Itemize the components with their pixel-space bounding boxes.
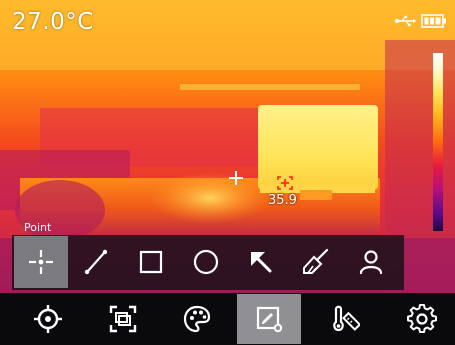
- tool-clear[interactable]: [289, 236, 343, 288]
- nav-temperature-range[interactable]: [312, 294, 376, 344]
- rectangle-icon: [139, 250, 163, 274]
- broom-icon: [303, 248, 329, 274]
- bottom-nav-bar: [0, 293, 455, 345]
- measure-mode-label: Point: [24, 221, 52, 234]
- usb-icon: [394, 15, 416, 27]
- image-frame-icon: [109, 305, 137, 333]
- nav-measure[interactable]: [237, 294, 301, 344]
- line-icon: [84, 249, 108, 275]
- measure-toolbar: [12, 235, 404, 290]
- target-icon: [34, 305, 62, 333]
- tool-point[interactable]: [14, 236, 68, 288]
- hotspot-marker-icon: [277, 176, 293, 190]
- center-crosshair-icon: [229, 171, 243, 185]
- thermometer-ruler-icon: [333, 305, 360, 332]
- crosshair-point-icon: [29, 250, 53, 274]
- nav-image-mode[interactable]: [91, 294, 155, 344]
- person-icon: [359, 250, 383, 275]
- circle-icon: [193, 249, 219, 275]
- nav-target[interactable]: [16, 294, 80, 344]
- measure-edit-icon: [256, 306, 283, 333]
- arrow-icon: [251, 252, 272, 273]
- tool-circle[interactable]: [179, 236, 233, 288]
- nav-palette[interactable]: [165, 294, 229, 344]
- thermal-camera-screen: 27.0°C 35.9 Point: [0, 0, 455, 345]
- gear-icon: [407, 303, 437, 334]
- center-temperature-readout: 27.0°C: [12, 9, 94, 35]
- tool-user[interactable]: [344, 236, 398, 288]
- nav-settings[interactable]: [390, 294, 454, 344]
- palette-icon: [183, 305, 211, 333]
- temperature-color-scale: [433, 53, 443, 231]
- tool-rectangle[interactable]: [124, 236, 178, 288]
- tool-line[interactable]: [69, 236, 123, 288]
- tool-arrow[interactable]: [234, 236, 288, 288]
- battery-icon: [421, 14, 446, 28]
- hotspot-temperature-label: 35.9: [268, 193, 297, 208]
